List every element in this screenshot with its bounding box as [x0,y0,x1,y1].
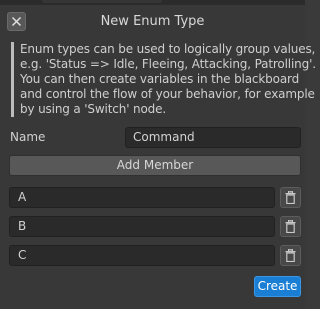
member-input-c[interactable]: C [9,245,275,266]
delete-member-b-button[interactable] [280,216,301,237]
background-window-title [42,0,162,3]
new-enum-type-dialog: New Enum Type Enum types can be used to … [0,5,316,309]
help-text-line: Enum types can be used to logically grou… [20,42,316,56]
help-text-line: and control the flow of your behavior, f… [20,87,315,101]
name-label: Name [10,130,46,144]
trash-icon [285,191,296,204]
name-input[interactable]: Command [125,127,301,148]
help-text-line: e.g. 'Status => Idle, Fleeing, Attacking… [20,57,316,71]
dialog-title-bar: New Enum Type [0,5,305,37]
trash-icon [285,220,296,233]
create-button[interactable]: Create [254,276,301,297]
member-input-a[interactable]: A [9,187,275,208]
help-text-line: You can then create variables in the bla… [20,72,300,86]
member-input-b[interactable]: B [9,216,275,237]
trash-icon [285,249,296,262]
delete-member-a-button[interactable] [280,187,301,208]
help-text-line: by using a 'Switch' node. [20,102,167,116]
help-text: Enum types can be used to logically grou… [11,42,316,117]
delete-member-c-button[interactable] [280,245,301,266]
add-member-button[interactable]: Add Member [9,155,301,176]
dialog-title: New Enum Type [100,14,205,29]
